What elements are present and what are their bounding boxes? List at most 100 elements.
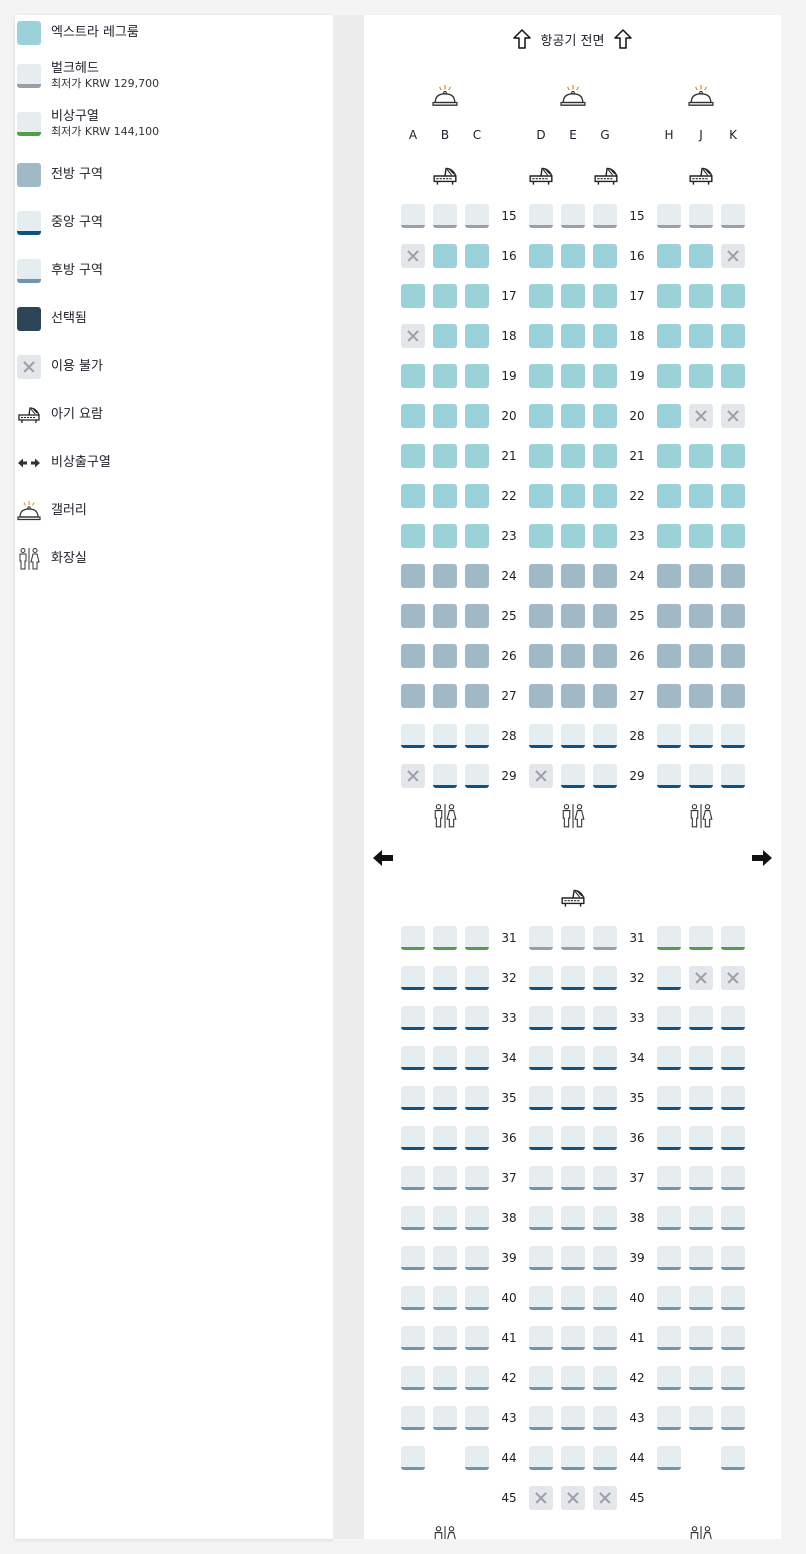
seat-32c[interactable]	[465, 966, 489, 990]
seat-40j[interactable]	[689, 1286, 713, 1310]
seat-33c[interactable]	[465, 1006, 489, 1030]
seat-27b[interactable]	[433, 684, 457, 708]
seat-29b[interactable]	[433, 764, 457, 788]
seat-24k[interactable]	[721, 564, 745, 588]
seat-21d[interactable]	[529, 444, 553, 468]
seat-35d[interactable]	[529, 1086, 553, 1110]
seat-19j[interactable]	[689, 364, 713, 388]
seat-40d[interactable]	[529, 1286, 553, 1310]
seat-16b[interactable]	[433, 244, 457, 268]
seat-44k[interactable]	[721, 1446, 745, 1470]
seat-43c[interactable]	[465, 1406, 489, 1430]
seat-41b[interactable]	[433, 1326, 457, 1350]
seat-20e[interactable]	[561, 404, 585, 428]
seat-15c[interactable]	[465, 204, 489, 228]
seat-26c[interactable]	[465, 644, 489, 668]
seat-16j[interactable]	[689, 244, 713, 268]
seat-43e[interactable]	[561, 1406, 585, 1430]
seat-24b[interactable]	[433, 564, 457, 588]
seat-17c[interactable]	[465, 284, 489, 308]
seat-15e[interactable]	[561, 204, 585, 228]
seat-19k[interactable]	[721, 364, 745, 388]
seat-37d[interactable]	[529, 1166, 553, 1190]
seat-23b[interactable]	[433, 524, 457, 548]
seat-35e[interactable]	[561, 1086, 585, 1110]
seat-20b[interactable]	[433, 404, 457, 428]
seat-33e[interactable]	[561, 1006, 585, 1030]
seat-16g[interactable]	[593, 244, 617, 268]
seat-35k[interactable]	[721, 1086, 745, 1110]
seat-41h[interactable]	[657, 1326, 681, 1350]
seat-31d[interactable]	[529, 926, 553, 950]
seat-21a[interactable]	[401, 444, 425, 468]
seat-24j[interactable]	[689, 564, 713, 588]
seat-28e[interactable]	[561, 724, 585, 748]
seat-43b[interactable]	[433, 1406, 457, 1430]
seat-33a[interactable]	[401, 1006, 425, 1030]
seat-18g[interactable]	[593, 324, 617, 348]
seat-28j[interactable]	[689, 724, 713, 748]
seat-31b[interactable]	[433, 926, 457, 950]
seat-42h[interactable]	[657, 1366, 681, 1390]
seat-27k[interactable]	[721, 684, 745, 708]
seat-19h[interactable]	[657, 364, 681, 388]
seat-44c[interactable]	[465, 1446, 489, 1470]
seat-42b[interactable]	[433, 1366, 457, 1390]
seat-17e[interactable]	[561, 284, 585, 308]
seat-43j[interactable]	[689, 1406, 713, 1430]
seat-42g[interactable]	[593, 1366, 617, 1390]
seat-23a[interactable]	[401, 524, 425, 548]
seat-37j[interactable]	[689, 1166, 713, 1190]
seat-36j[interactable]	[689, 1126, 713, 1150]
seat-43h[interactable]	[657, 1406, 681, 1430]
seat-25d[interactable]	[529, 604, 553, 628]
seat-24c[interactable]	[465, 564, 489, 588]
seat-18h[interactable]	[657, 324, 681, 348]
seat-20c[interactable]	[465, 404, 489, 428]
seat-41a[interactable]	[401, 1326, 425, 1350]
seat-38k[interactable]	[721, 1206, 745, 1230]
seat-17j[interactable]	[689, 284, 713, 308]
seat-33d[interactable]	[529, 1006, 553, 1030]
seat-39h[interactable]	[657, 1246, 681, 1270]
seat-37k[interactable]	[721, 1166, 745, 1190]
seat-34h[interactable]	[657, 1046, 681, 1070]
seat-19d[interactable]	[529, 364, 553, 388]
seat-43a[interactable]	[401, 1406, 425, 1430]
seat-24e[interactable]	[561, 564, 585, 588]
seat-35h[interactable]	[657, 1086, 681, 1110]
seat-19e[interactable]	[561, 364, 585, 388]
seat-39g[interactable]	[593, 1246, 617, 1270]
seat-19c[interactable]	[465, 364, 489, 388]
seat-41d[interactable]	[529, 1326, 553, 1350]
seat-16c[interactable]	[465, 244, 489, 268]
seat-38a[interactable]	[401, 1206, 425, 1230]
seat-25a[interactable]	[401, 604, 425, 628]
seat-40g[interactable]	[593, 1286, 617, 1310]
seat-15j[interactable]	[689, 204, 713, 228]
seat-20a[interactable]	[401, 404, 425, 428]
seat-22k[interactable]	[721, 484, 745, 508]
seat-22b[interactable]	[433, 484, 457, 508]
seat-37h[interactable]	[657, 1166, 681, 1190]
seat-31k[interactable]	[721, 926, 745, 950]
seat-42a[interactable]	[401, 1366, 425, 1390]
seat-42c[interactable]	[465, 1366, 489, 1390]
seat-44h[interactable]	[657, 1446, 681, 1470]
seat-28k[interactable]	[721, 724, 745, 748]
seat-15k[interactable]	[721, 204, 745, 228]
seat-36a[interactable]	[401, 1126, 425, 1150]
seat-map[interactable]: 항공기 전면 A B C D E G H J K 15 15 16 16 17 17 18 18 19 19 20 20…	[364, 15, 781, 1539]
seat-44g[interactable]	[593, 1446, 617, 1470]
seat-20g[interactable]	[593, 404, 617, 428]
seat-38c[interactable]	[465, 1206, 489, 1230]
seat-33h[interactable]	[657, 1006, 681, 1030]
seat-37e[interactable]	[561, 1166, 585, 1190]
seat-40b[interactable]	[433, 1286, 457, 1310]
seat-23h[interactable]	[657, 524, 681, 548]
seat-31c[interactable]	[465, 926, 489, 950]
seat-36g[interactable]	[593, 1126, 617, 1150]
seat-25g[interactable]	[593, 604, 617, 628]
seat-39b[interactable]	[433, 1246, 457, 1270]
seat-34k[interactable]	[721, 1046, 745, 1070]
